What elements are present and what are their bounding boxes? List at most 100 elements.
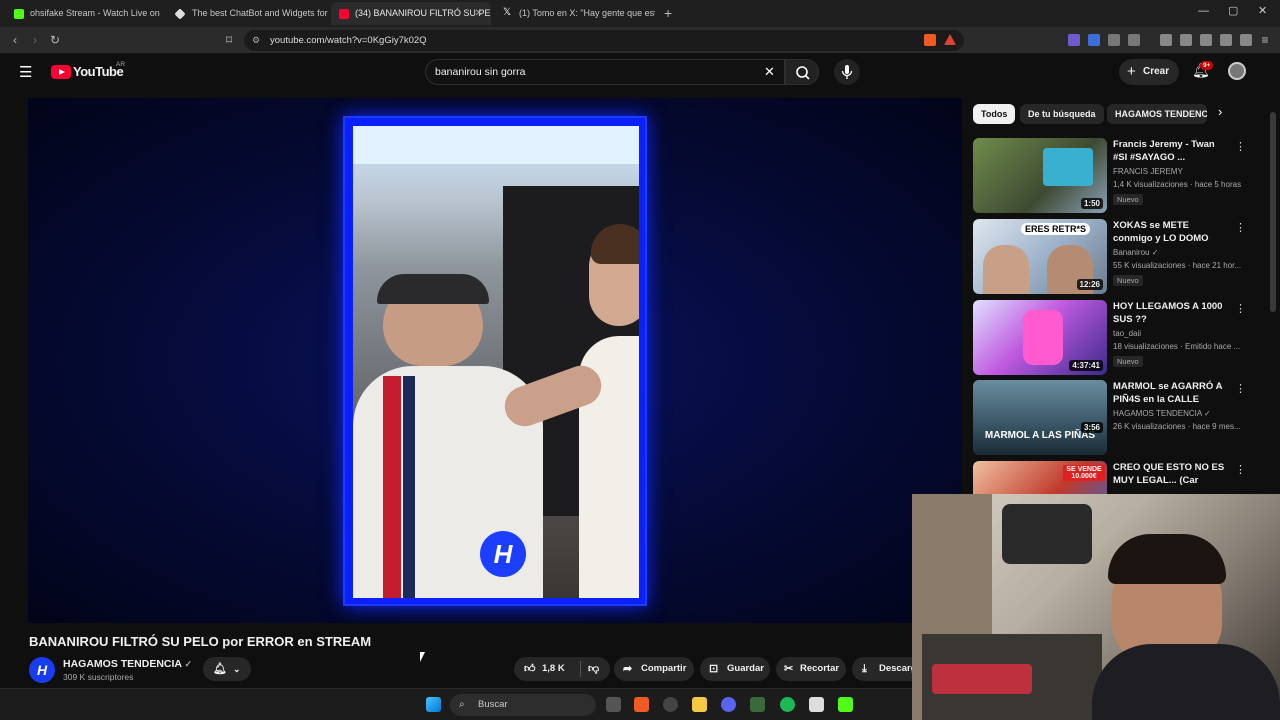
youtube-header: ☰ YouTube AR bananirou sin gorra ✕ + Cre… bbox=[0, 54, 1280, 312]
tab-title: (34) BANANIROU FILTRÓ SU PEL bbox=[355, 8, 491, 18]
video-player[interactable]: H bbox=[28, 98, 962, 623]
more-options-icon[interactable]: ⋮ bbox=[1235, 463, 1246, 476]
save-button[interactable]: ⊡ Guardar bbox=[700, 657, 770, 681]
more-options-icon[interactable]: ⋮ bbox=[1235, 140, 1246, 153]
browser-tab[interactable]: The best ChatBot and Widgets for Ki bbox=[168, 2, 328, 25]
channel-name[interactable]: HAGAMOS TENDENCIA ✓ bbox=[63, 658, 192, 670]
recommendation-title[interactable]: HOY LLEGAMOS A 1000 SUS ?? bbox=[1113, 300, 1231, 326]
music-icon[interactable] bbox=[1160, 34, 1172, 46]
recommendation-item[interactable]: 4:37:41 HOY LLEGAMOS A 1000 SUS ?? tao_d… bbox=[973, 300, 1273, 376]
video-thumbnail[interactable]: 1:50 bbox=[973, 138, 1107, 213]
video-thumbnail[interactable]: MARMOL A LAS PIÑAS 3:56 bbox=[973, 380, 1107, 455]
recommendation-title[interactable]: Francis Jeremy - Twan #SI #SAYAGO ... bbox=[1113, 138, 1231, 164]
botrix-icon bbox=[174, 8, 186, 20]
wallet-icon[interactable] bbox=[1200, 34, 1212, 46]
windows-start-icon[interactable] bbox=[426, 697, 441, 712]
video-title: BANANIROU FILTRÓ SU PELO por ERROR en ST… bbox=[29, 634, 372, 649]
create-button[interactable]: + Crear bbox=[1119, 59, 1179, 85]
recommendation-channel[interactable]: Bananirou ✓ bbox=[1113, 248, 1158, 257]
new-badge: Nuevo bbox=[1113, 275, 1143, 286]
clip-button[interactable]: ✂ Recortar bbox=[776, 657, 846, 681]
extension-icon[interactable] bbox=[1088, 34, 1100, 46]
discord-icon[interactable] bbox=[721, 697, 736, 712]
search-value: bananirou sin gorra bbox=[435, 66, 526, 78]
browser-tab-active[interactable]: (34) BANANIROU FILTRÓ SU PEL ✕ bbox=[331, 2, 491, 25]
recommendation-item[interactable]: MARMOL A LAS PIÑAS 3:56 MARMOL se AGARRÓ… bbox=[973, 380, 1273, 456]
download-button[interactable]: ⤓ Descargar bbox=[852, 657, 912, 681]
reload-icon[interactable]: ↻ bbox=[48, 33, 62, 47]
maximize-icon[interactable]: ▢ bbox=[1228, 4, 1238, 17]
thumbnail-graphic bbox=[1043, 148, 1093, 186]
more-options-icon[interactable]: ⋮ bbox=[1235, 302, 1246, 315]
chip-channel[interactable]: HAGAMOS TENDENCIA bbox=[1107, 104, 1207, 124]
brave-rewards-icon[interactable] bbox=[944, 34, 956, 45]
bookmark-icon[interactable]: ⌑ bbox=[222, 33, 236, 47]
webcam-streamer-hoodie bbox=[1092, 644, 1280, 720]
channel-avatar[interactable]: H bbox=[29, 657, 55, 683]
vpn-icon[interactable] bbox=[1240, 34, 1252, 46]
recommendation-item[interactable]: 1:50 Francis Jeremy - Twan #SI #SAYAGO .… bbox=[973, 138, 1273, 214]
url-field[interactable]: ⚙ youtube.com/watch?v=0KgGiy7k02Q bbox=[244, 30, 964, 51]
search-button[interactable] bbox=[785, 59, 819, 85]
create-label: Crear bbox=[1143, 66, 1170, 77]
recommendation-channel[interactable]: HAGAMOS TENDENCIA ✓ bbox=[1113, 409, 1211, 418]
obs-icon[interactable] bbox=[663, 697, 678, 712]
browser-tab[interactable]: ohsifake Stream - Watch Live on bbox=[6, 2, 166, 25]
chip-related-search[interactable]: De tu búsqueda bbox=[1020, 104, 1104, 124]
verified-icon: ✓ bbox=[1204, 409, 1211, 418]
share-icon: ➦ bbox=[623, 663, 633, 675]
sidebar-icon[interactable] bbox=[1180, 34, 1192, 46]
taskbar-search[interactable]: ⌕ Buscar bbox=[450, 694, 596, 716]
search-input[interactable]: bananirou sin gorra ✕ bbox=[425, 59, 785, 85]
youtube-logo-icon[interactable] bbox=[51, 65, 71, 79]
more-options-icon[interactable]: ⋮ bbox=[1235, 221, 1246, 234]
recommendation-item[interactable]: ERES RETR*S 12:26 XOKAS se METE conmigo … bbox=[973, 219, 1273, 295]
capcut-icon[interactable] bbox=[809, 697, 824, 712]
clear-search-icon[interactable]: ✕ bbox=[764, 60, 775, 84]
task-view-icon[interactable] bbox=[606, 697, 621, 712]
video-thumbnail[interactable]: 4:37:41 bbox=[973, 300, 1107, 375]
chevron-right-icon[interactable]: › bbox=[1218, 104, 1222, 119]
recommendation-channel[interactable]: tao_daii bbox=[1113, 329, 1141, 338]
more-options-icon[interactable]: ⋮ bbox=[1235, 382, 1246, 395]
spotify-icon[interactable] bbox=[780, 697, 795, 712]
recommendation-channel[interactable]: FRANCIS JEREMY bbox=[1113, 167, 1183, 176]
app-icon[interactable] bbox=[750, 697, 765, 712]
brave-browser-icon[interactable] bbox=[634, 697, 649, 712]
video-thumbnail[interactable]: SE VENDE 10.000€ bbox=[973, 461, 1107, 494]
recommendation-title[interactable]: CREO QUE ESTO NO ES MUY LEGAL... (Car De… bbox=[1113, 461, 1231, 487]
dislike-icon[interactable]: 👎︎ bbox=[588, 657, 599, 681]
menu-icon[interactable]: ≡ bbox=[1258, 33, 1272, 47]
like-icon[interactable]: 👍︎ bbox=[524, 657, 536, 681]
leo-icon[interactable] bbox=[1220, 34, 1232, 46]
forward-icon[interactable]: › bbox=[28, 33, 42, 47]
video-thumbnail[interactable]: ERES RETR*S 12:26 bbox=[973, 219, 1107, 294]
browser-tab[interactable]: 𝕏 (1) Tomo en X: "Hay gente que está p bbox=[495, 2, 655, 25]
new-tab-icon[interactable]: + bbox=[664, 5, 672, 21]
back-icon[interactable]: ‹ bbox=[8, 33, 22, 47]
recommendation-meta: 18 visualizaciones · Emitido hace ... bbox=[1113, 342, 1241, 351]
extension-icon[interactable] bbox=[1128, 34, 1140, 46]
recommendation-title[interactable]: MARMOL se AGARRÓ A PIÑ4S en la CALLE bbox=[1113, 380, 1231, 406]
avatar[interactable] bbox=[1228, 62, 1246, 80]
extension-icon[interactable] bbox=[1108, 34, 1120, 46]
kick-app-icon[interactable] bbox=[838, 697, 853, 712]
subscribe-bell-button[interactable]: 🔔︎ ⌄ bbox=[203, 657, 251, 681]
recommendation-title[interactable]: XOKAS se METE conmigo y LO DOMO bbox=[1113, 219, 1231, 245]
close-window-icon[interactable]: ✕ bbox=[1258, 4, 1267, 17]
voice-search-button[interactable] bbox=[834, 59, 860, 85]
hamburger-menu-icon[interactable]: ☰ bbox=[19, 63, 32, 81]
site-info-icon[interactable]: ⚙ bbox=[252, 30, 260, 51]
close-tab-icon[interactable]: ✕ bbox=[475, 2, 483, 25]
minimize-icon[interactable]: — bbox=[1198, 5, 1209, 17]
recommendation-meta: 26 K visualizaciones · hace 9 mes... bbox=[1113, 422, 1241, 431]
chip-all[interactable]: Todos bbox=[973, 104, 1016, 124]
recommendation-item[interactable]: SE VENDE 10.000€ CREO QUE ESTO NO ES MUY… bbox=[973, 461, 1273, 494]
like-count[interactable]: 1,8 K bbox=[542, 657, 565, 681]
share-button[interactable]: ➦ Compartir bbox=[614, 657, 694, 681]
file-explorer-icon[interactable] bbox=[692, 697, 707, 712]
duration-badge: 4:37:41 bbox=[1069, 360, 1103, 371]
extension-icon[interactable] bbox=[1068, 34, 1080, 46]
brave-shields-icon[interactable] bbox=[924, 34, 936, 46]
verified-icon: ✓ bbox=[184, 659, 193, 669]
